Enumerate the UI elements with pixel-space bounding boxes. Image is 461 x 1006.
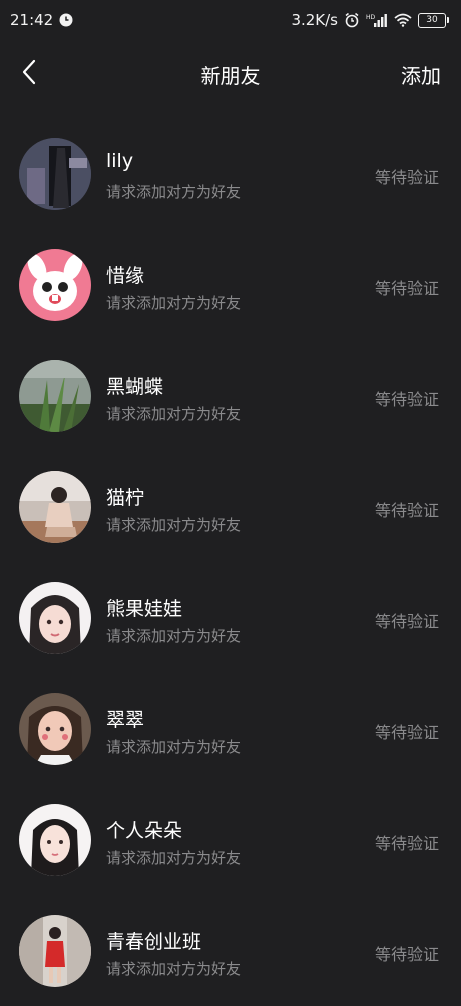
friend-request-row[interactable]: 黑蝴蝶 请求添加对方为好友 等待验证 [0,340,461,451]
request-status: 等待验证 [374,945,439,964]
request-status: 等待验证 [374,834,439,853]
avatar[interactable] [19,360,91,432]
add-friend-button[interactable]: 添加 [401,60,441,89]
request-status: 等待验证 [374,168,439,187]
friend-name: 青春创业班 [106,931,202,953]
friend-name: 翠翠 [106,709,145,731]
avatar[interactable] [19,138,91,210]
wifi-icon [394,13,412,27]
request-message: 请求添加对方为好友 [106,516,242,534]
friend-request-row[interactable]: lily 请求添加对方为好友 等待验证 [0,118,461,229]
request-status: 等待验证 [374,390,439,409]
network-speed: 3.2K/s [291,11,338,29]
friend-name: 惜缘 [106,265,145,287]
request-message: 请求添加对方为好友 [106,627,242,645]
svg-text:HD: HD [366,14,376,21]
friend-request-row[interactable]: 青春创业班 请求添加对方为好友 等待验证 [0,895,461,1006]
avatar[interactable] [19,693,91,765]
request-message: 请求添加对方为好友 [106,738,242,756]
battery-level: 30 [418,12,446,28]
battery-icon: 30 [418,12,449,28]
alarm-icon [344,12,360,28]
avatar[interactable] [19,582,91,654]
page-title: 新朋友 [200,64,261,88]
signal-hd-icon: HD [366,13,388,27]
friend-name: 个人朵朵 [106,820,183,842]
status-bar: 21:42 3.2K/s HD 30 [0,0,461,40]
avatar[interactable] [19,471,91,543]
friend-request-row[interactable]: 个人朵朵 请求添加对方为好友 等待验证 [0,784,461,895]
friend-name: 熊果娃娃 [106,598,183,620]
friend-request-row[interactable]: 惜缘 请求添加对方为好友 等待验证 [0,229,461,340]
avatar[interactable] [19,249,91,321]
request-message: 请求添加对方为好友 [106,849,242,867]
status-time: 21:42 [10,11,54,29]
friend-name: lily [106,150,134,172]
avatar[interactable] [19,804,91,876]
request-status: 等待验证 [374,279,439,298]
request-message: 请求添加对方为好友 [106,294,242,312]
friend-request-row[interactable]: 猫柠 请求添加对方为好友 等待验证 [0,451,461,562]
request-message: 请求添加对方为好友 [106,960,242,978]
request-status: 等待验证 [374,612,439,631]
request-message: 请求添加对方为好友 [106,405,242,423]
request-status: 等待验证 [374,723,439,742]
top-nav-bar: 新朋友 添加 [0,45,461,101]
friend-name: 黑蝴蝶 [106,376,164,398]
friend-request-row[interactable]: 熊果娃娃 请求添加对方为好友 等待验证 [0,562,461,673]
friend-name: 猫柠 [106,487,145,509]
friend-request-row[interactable]: 翠翠 请求添加对方为好友 等待验证 [0,673,461,784]
friend-request-list: lily 请求添加对方为好友 等待验证 惜缘 请求添加对方为好友 等待验证 黑蝴… [0,118,461,1006]
request-status: 等待验证 [374,501,439,520]
request-message: 请求添加对方为好友 [106,183,242,201]
avatar[interactable] [19,915,91,987]
do-not-disturb-icon [59,13,73,27]
